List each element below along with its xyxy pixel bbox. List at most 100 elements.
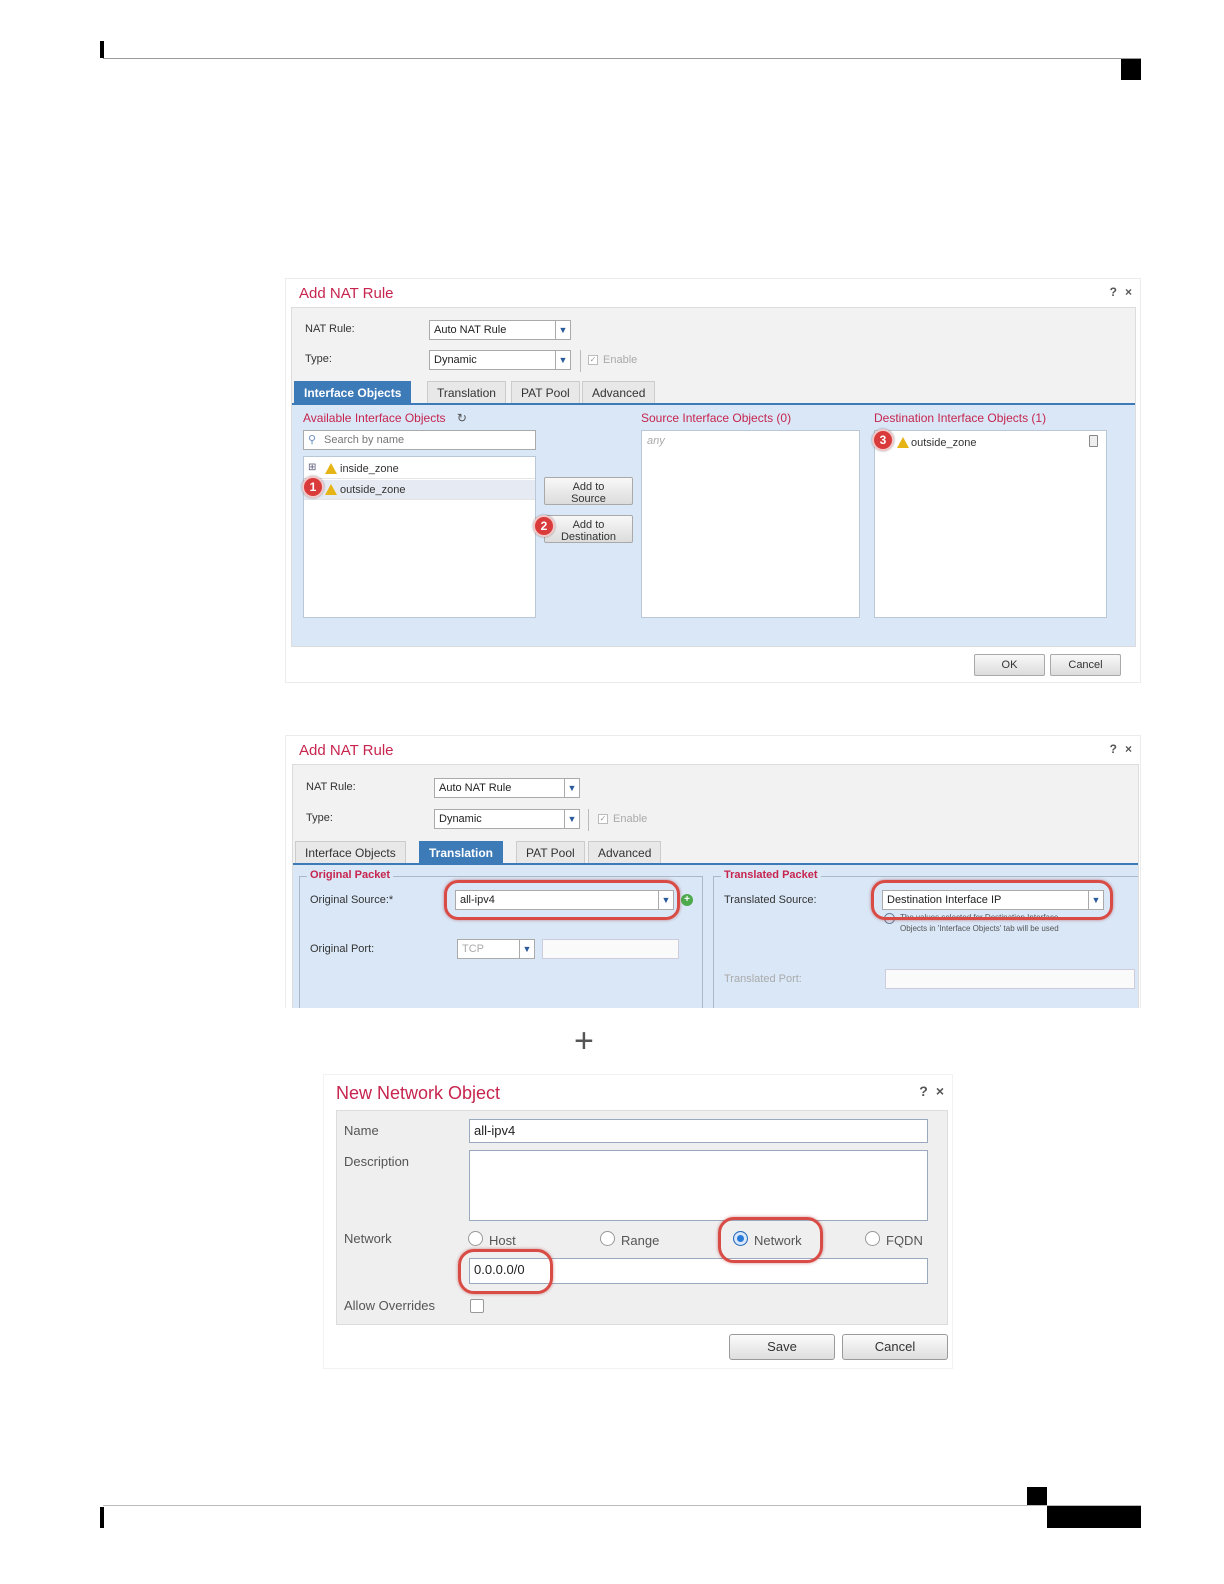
tab-advanced[interactable]: Advanced [588,841,662,863]
enable-label: Enable [603,354,638,366]
help-icon[interactable]: ? [919,1083,928,1099]
original-source-label: Original Source:* [310,894,394,906]
interface-name: outside_zone [340,484,406,496]
warning-icon [325,463,337,474]
translated-source-label: Translated Source: [724,894,817,906]
close-icon[interactable]: × [936,1083,944,1099]
nat-rule-select[interactable]: Auto NAT Rule ▼ [429,320,571,340]
radio-range[interactable] [600,1231,615,1246]
original-packet-legend: Original Packet [307,869,394,881]
highlight-original-source [444,880,680,920]
tab-advanced[interactable]: Advanced [582,381,656,403]
cancel-button[interactable]: Cancel [842,1334,948,1360]
name-label: Name [344,1123,379,1138]
source-interface-objects-title: Source Interface Objects (0) [641,411,792,425]
radio-range-label: Range [621,1233,660,1248]
type-value: Dynamic [434,354,477,366]
enable-checkbox[interactable]: ✓ [588,355,598,365]
header-margin-bar [100,41,104,58]
type-select[interactable]: Dynamic ▼ [429,350,571,370]
callout-badge-3: 3 [872,429,894,451]
warning-icon [325,484,337,495]
add-to-destination-button[interactable]: Add to Destination [544,515,633,543]
tab-translation[interactable]: Translation [427,381,506,403]
chevron-down-icon: ▼ [555,321,570,339]
refresh-icon[interactable]: ↻ [457,411,467,425]
translated-source-note-line2: Objects in 'Interface Objects' tab will … [900,924,1059,933]
callout-badge-2: 2 [533,515,555,537]
source-placeholder: any [647,435,665,447]
type-value: Dynamic [439,813,482,825]
description-textarea[interactable] [469,1150,928,1221]
add-to-source-button[interactable]: Add to Source [544,477,633,505]
trash-icon[interactable] [1089,435,1098,447]
warning-icon [897,437,909,448]
nat-rule-label: NAT Rule: [306,781,356,793]
radio-fqdn[interactable] [865,1231,880,1246]
original-port-protocol-value: TCP [462,943,484,955]
original-port-input[interactable] [542,939,679,959]
dialog-controls: ? × [1102,742,1132,756]
allow-overrides-label: Allow Overrides [344,1298,436,1313]
highlight-network-radio [718,1217,823,1263]
type-label: Type: [306,812,333,824]
footer-page-block [1047,1506,1141,1528]
new-network-object-dialog: New Network Object ? × Name all-ipv4 Desc… [323,1074,953,1369]
tab-interface-objects[interactable]: Interface Objects [295,841,406,863]
help-icon[interactable]: ? [1110,285,1117,299]
tab-translation[interactable]: Translation [419,841,504,863]
enable-label: Enable [613,813,648,825]
help-icon[interactable]: ? [1110,742,1117,756]
search-input[interactable]: ⚲ Search by name [303,430,536,450]
add-destination-line2: Destination [560,531,617,543]
tab-pat-pool[interactable]: PAT Pool [511,381,580,403]
enable-checkbox[interactable]: ✓ [598,814,608,824]
available-interface-objects-title: Available Interface Objects ↻ [303,411,467,425]
list-item[interactable]: ⊞ inside_zone [304,459,535,479]
add-nat-rule-dialog-translation: Add NAT Rule ? × NAT Rule: Auto NAT Rule … [285,735,1141,1008]
header-rule [103,58,1141,59]
dialog-title: New Network Object [336,1083,501,1103]
divider [580,350,581,372]
nat-rule-value: Auto NAT Rule [439,782,512,794]
chevron-down-icon: ▼ [519,940,534,958]
type-label: Type: [305,353,332,365]
nat-rule-select[interactable]: Auto NAT Rule ▼ [434,778,580,798]
chevron-down-icon: ▼ [564,810,579,828]
search-placeholder: Search by name [324,434,405,446]
close-icon[interactable]: × [1125,285,1132,299]
highlight-network-value [458,1249,553,1294]
type-select[interactable]: Dynamic ▼ [434,809,580,829]
footer-margin-bar [100,1507,104,1528]
allow-overrides-checkbox[interactable] [470,1299,484,1313]
chevron-down-icon: ▼ [555,351,570,369]
destination-objects-list: outside_zone [874,430,1107,618]
divider [588,809,589,831]
radio-host-label: Host [489,1233,516,1248]
source-objects-list[interactable]: any [641,430,860,618]
nat-rule-label: NAT Rule: [305,323,355,335]
original-port-protocol-select[interactable]: TCP ▼ [457,939,535,959]
tab-interface-objects[interactable]: Interface Objects [294,381,412,403]
dialog-body: Name all-ipv4 Description Network Host R… [336,1110,948,1325]
list-item[interactable]: outside_zone [875,433,1106,453]
footer-marker [1027,1487,1047,1506]
header-marker [1121,59,1141,80]
dialog-title: Add NAT Rule [299,742,394,759]
tab-pat-pool[interactable]: PAT Pool [516,841,585,863]
name-input[interactable]: all-ipv4 [469,1119,928,1143]
footer-rule [103,1505,1141,1506]
add-source-line1: Add to [572,481,605,493]
ok-button[interactable]: OK [974,654,1045,676]
plus-sign: + [574,1022,594,1060]
radio-host[interactable] [468,1231,483,1246]
add-icon[interactable]: + [681,894,693,906]
list-item[interactable]: outside_zone [304,480,535,500]
translated-port-input[interactable] [885,969,1135,989]
search-icon: ⚲ [308,434,317,446]
close-icon[interactable]: × [1125,742,1132,756]
cancel-button[interactable]: Cancel [1050,654,1121,676]
save-button[interactable]: Save [729,1334,835,1360]
dialog-controls: ? × [911,1083,944,1099]
add-nat-rule-dialog-interface-objects: Add NAT Rule ? × NAT Rule: Auto NAT Rule … [285,278,1141,683]
